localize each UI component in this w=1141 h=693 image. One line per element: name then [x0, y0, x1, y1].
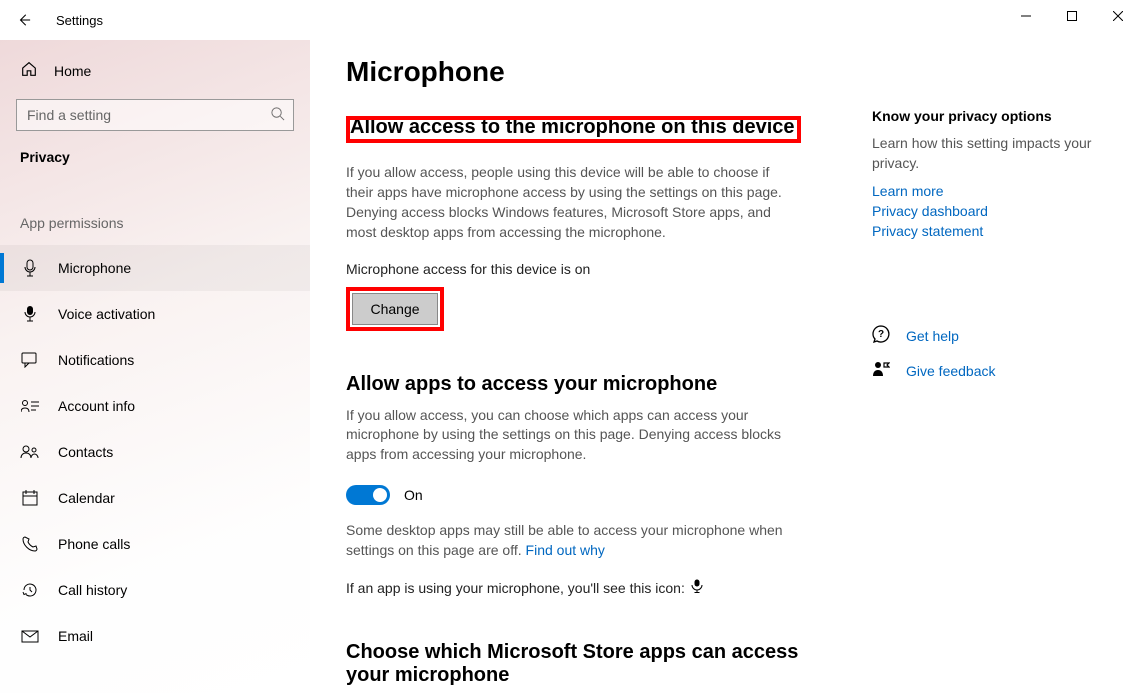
back-button[interactable]	[16, 12, 32, 28]
page-title: Microphone	[346, 56, 836, 88]
sidebar-item-calendar[interactable]: Calendar	[0, 475, 310, 521]
sidebar-item-label: Call history	[58, 582, 127, 598]
notifications-icon	[20, 352, 40, 368]
aside-panel: Know your privacy options Learn how this…	[872, 56, 1102, 693]
sidebar-item-label: Notifications	[58, 352, 134, 368]
sidebar-item-notifications[interactable]: Notifications	[0, 337, 310, 383]
change-button[interactable]: Change	[352, 293, 438, 325]
search-input[interactable]: Find a setting	[16, 99, 294, 131]
search-icon	[270, 106, 285, 124]
sidebar-item-phone-calls[interactable]: Phone calls	[0, 521, 310, 567]
sidebar-item-email[interactable]: Email	[0, 613, 310, 659]
maximize-button[interactable]	[1049, 0, 1095, 32]
sidebar-item-call-history[interactable]: Call history	[0, 567, 310, 613]
sidebar-item-label: Microphone	[58, 260, 131, 276]
microphone-icon	[20, 259, 40, 277]
aside-body: Learn how this setting impacts your priv…	[872, 134, 1102, 173]
in-use-icon-note: If an app is using your microphone, you'…	[346, 579, 786, 599]
sidebar-item-voice-activation[interactable]: Voice activation	[0, 291, 310, 337]
desktop-apps-note: Some desktop apps may still be able to a…	[346, 521, 786, 561]
contacts-icon	[20, 445, 40, 459]
sidebar-item-label: Calendar	[58, 490, 115, 506]
home-label: Home	[54, 63, 91, 79]
find-out-why-link[interactable]: Find out why	[526, 542, 605, 558]
home-icon	[20, 60, 38, 81]
get-help-link[interactable]: Get help	[906, 328, 959, 344]
section-store-apps-heading: Choose which Microsoft Store apps can ac…	[346, 641, 836, 687]
device-access-status: Microphone access for this device is on	[346, 261, 836, 277]
help-icon: ?	[872, 325, 890, 346]
privacy-dashboard-link[interactable]: Privacy dashboard	[872, 203, 1102, 219]
privacy-statement-link[interactable]: Privacy statement	[872, 223, 1102, 239]
section-allow-device-body: If you allow access, people using this d…	[346, 163, 786, 243]
sidebar-item-contacts[interactable]: Contacts	[0, 429, 310, 475]
sidebar-item-label: Contacts	[58, 444, 113, 460]
close-button[interactable]	[1095, 0, 1141, 32]
toggle-state-label: On	[404, 487, 423, 503]
apps-access-toggle[interactable]	[346, 485, 390, 505]
voice-activation-icon	[20, 305, 40, 323]
section-allow-device-heading: Allow access to the microphone on this d…	[346, 116, 801, 143]
email-icon	[20, 630, 40, 643]
home-nav[interactable]: Home	[0, 40, 310, 99]
section-allow-apps-heading: Allow apps to access your microphone	[346, 373, 836, 396]
call-history-icon	[20, 582, 40, 598]
aside-heading: Know your privacy options	[872, 108, 1102, 124]
sidebar: Home Find a setting Privacy App permissi…	[0, 40, 310, 693]
feedback-icon	[872, 360, 890, 381]
minimize-button[interactable]	[1003, 0, 1049, 32]
account-info-icon	[20, 399, 40, 413]
phone-calls-icon	[20, 536, 40, 552]
sidebar-item-label: Voice activation	[58, 306, 155, 322]
section-allow-apps-body: If you allow access, you can choose whic…	[346, 406, 786, 466]
learn-more-link[interactable]: Learn more	[872, 183, 1102, 199]
give-feedback-link[interactable]: Give feedback	[906, 363, 996, 379]
svg-text:?: ?	[878, 329, 884, 340]
sidebar-item-account-info[interactable]: Account info	[0, 383, 310, 429]
sidebar-item-label: Phone calls	[58, 536, 130, 552]
search-placeholder: Find a setting	[27, 107, 111, 123]
sidebar-item-label: Email	[58, 628, 93, 644]
microphone-in-use-icon	[691, 579, 703, 599]
window-title: Settings	[56, 13, 103, 28]
sidebar-item-label: Account info	[58, 398, 135, 414]
calendar-icon	[20, 490, 40, 506]
category-label: Privacy	[0, 145, 310, 195]
sidebar-item-microphone[interactable]: Microphone	[0, 245, 310, 291]
group-label: App permissions	[0, 195, 310, 245]
main-content: Microphone Allow access to the microphon…	[346, 56, 836, 693]
